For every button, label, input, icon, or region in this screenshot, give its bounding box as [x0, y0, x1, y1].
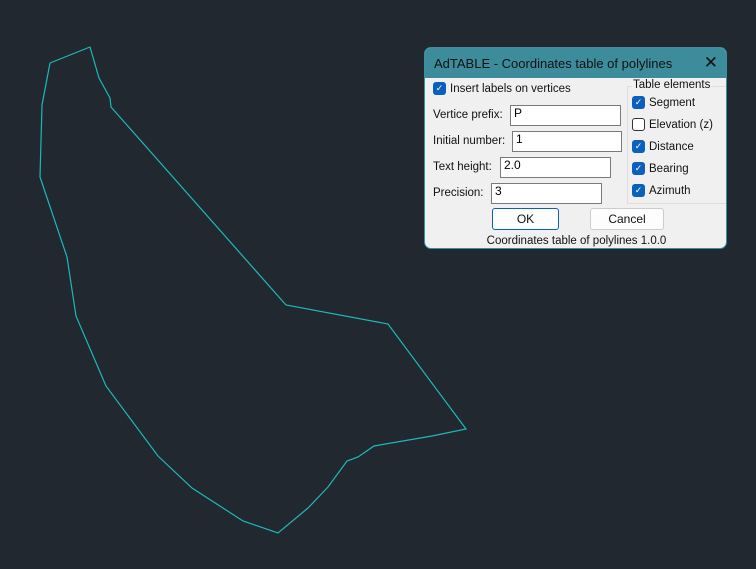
polyline[interactable] [39, 46, 468, 534]
distance-label: Distance [649, 140, 694, 153]
vertice-prefix-input[interactable] [510, 105, 621, 126]
version-footer: Coordinates table of polylines 1.0.0 [486, 235, 667, 247]
segment-checkbox[interactable]: ✓ Segment [632, 96, 695, 109]
table-elements-title: Table elements [632, 79, 712, 91]
checkbox-unchecked-icon [632, 118, 645, 131]
precision-input[interactable] [491, 183, 602, 204]
insert-labels-label: Insert labels on vertices [450, 82, 571, 95]
dialog-title: AdTABLE - Coordinates table of polylines [434, 55, 673, 71]
azimuth-checkbox[interactable]: ✓ Azimuth [632, 184, 691, 197]
checkbox-checked-icon: ✓ [632, 96, 645, 109]
checkbox-checked-icon: ✓ [632, 184, 645, 197]
segment-label: Segment [649, 96, 696, 109]
checkbox-checked-icon: ✓ [433, 82, 446, 95]
bearing-label: Bearing [649, 162, 689, 175]
ok-button[interactable]: OK [492, 208, 559, 230]
dialog-titlebar: AdTABLE - Coordinates table of polylines [425, 48, 726, 78]
adtable-dialog: AdTABLE - Coordinates table of polylines… [424, 47, 727, 249]
azimuth-label: Azimuth [649, 184, 691, 197]
checkbox-checked-icon: ✓ [632, 140, 645, 153]
vertice-prefix-label: Vertice prefix: [433, 109, 503, 121]
elevation-checkbox[interactable]: Elevation (z) [632, 118, 713, 131]
bearing-checkbox[interactable]: ✓ Bearing [632, 162, 689, 175]
cancel-button[interactable]: Cancel [590, 208, 664, 230]
initial-number-input[interactable] [512, 131, 622, 152]
distance-checkbox[interactable]: ✓ Distance [632, 140, 694, 153]
checkbox-checked-icon: ✓ [632, 162, 645, 175]
insert-labels-checkbox[interactable]: ✓ Insert labels on vertices [433, 82, 571, 95]
precision-label: Precision: [433, 187, 484, 199]
text-height-input[interactable] [500, 157, 611, 178]
text-height-label: Text height: [433, 161, 492, 173]
close-icon[interactable]: ✕ [704, 53, 718, 73]
elevation-label: Elevation (z) [649, 118, 713, 131]
initial-number-label: Initial number: [433, 135, 506, 147]
